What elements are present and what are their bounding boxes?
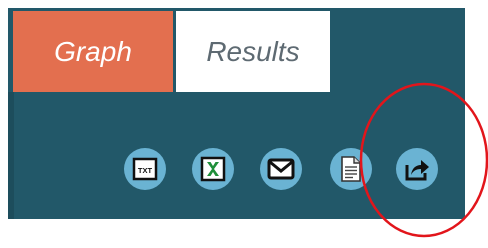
share-button[interactable] [396,148,438,190]
content-area [8,92,14,219]
results-panel: Graph Results TXT [8,8,465,219]
envelope-icon [267,158,295,180]
tab-results[interactable]: Results [176,11,330,92]
txt-icon-label: TXT [138,166,153,175]
tab-bar: Graph Results [8,8,465,92]
excel-icon [200,156,226,182]
excel-export-button[interactable] [192,148,234,190]
document-icon [341,156,361,182]
tab-graph-label: Graph [54,35,132,67]
txt-export-button[interactable]: TXT [124,148,166,190]
tab-results-label: Results [206,35,300,67]
document-button[interactable] [330,148,372,190]
share-arrow-icon [405,160,429,181]
email-button[interactable] [260,148,302,190]
tab-graph[interactable]: Graph [13,11,173,92]
txt-file-icon: TXT [132,157,158,181]
